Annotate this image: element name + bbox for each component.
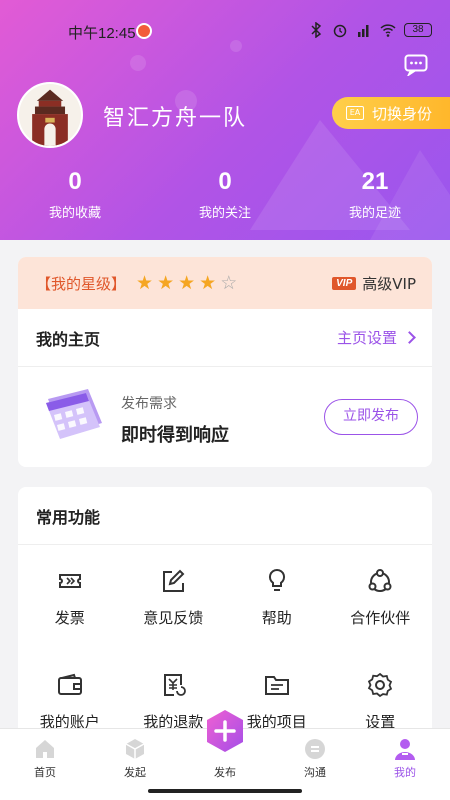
- function-feedback[interactable]: 意见反馈: [122, 545, 226, 649]
- functions-title: 常用功能: [18, 487, 432, 545]
- profile-stats: 0 我的收藏 0 我的关注 21 我的足迹: [0, 168, 450, 221]
- edit-icon: [163, 569, 185, 592]
- stat-value: 0: [218, 168, 232, 195]
- function-label: 发票: [54, 609, 85, 627]
- alarm-app-icon: [136, 23, 152, 39]
- function-partners[interactable]: 合作伙伴: [329, 545, 433, 649]
- status-time: 中午12:45: [68, 25, 136, 42]
- lightbulb-icon: [268, 568, 285, 591]
- tab-label: 沟通: [304, 766, 326, 779]
- function-invoice[interactable]: 发票: [18, 545, 122, 649]
- star-filled-icon: ★: [136, 271, 154, 294]
- message-icon[interactable]: [404, 54, 428, 76]
- id-card-icon: EA: [346, 106, 364, 120]
- stat-value: 21: [361, 168, 389, 195]
- function-label: 合作伙伴: [350, 609, 411, 627]
- chevron-right-icon: [403, 331, 416, 344]
- stat-label: 我的关注: [198, 206, 251, 221]
- calendar-illustration-icon: [46, 389, 102, 439]
- publish-demand-row: 发布需求 即时得到响应 立即发布: [18, 367, 432, 467]
- homepage-row: 我的主页 主页设置: [18, 309, 432, 367]
- stat-following[interactable]: 0 我的关注: [150, 168, 300, 221]
- switch-identity-button[interactable]: EA 切换身份: [332, 97, 450, 129]
- username: 智汇方舟一队: [103, 105, 248, 130]
- avatar[interactable]: [17, 82, 83, 148]
- tab-mine[interactable]: 我的: [375, 729, 435, 781]
- cube-icon: [125, 739, 145, 759]
- stat-footprints[interactable]: 21 我的足迹: [300, 168, 450, 221]
- stat-favorites[interactable]: 0 我的收藏: [0, 168, 150, 221]
- publish-fab-button[interactable]: [205, 709, 245, 753]
- homepage-settings-label: 主页设置: [336, 329, 397, 347]
- tab-initiate[interactable]: 发起: [105, 729, 165, 781]
- stat-value: 0: [68, 168, 82, 195]
- common-functions-card: 常用功能 发票 意见反馈 帮助 合作伙伴 我的账户 我的退款 我的项目 设置: [18, 487, 432, 747]
- tab-chat[interactable]: 沟通: [285, 729, 345, 781]
- homepage-title: 我的主页: [36, 329, 101, 349]
- tab-home[interactable]: 首页: [15, 729, 75, 781]
- function-label: 意见反馈: [143, 609, 204, 627]
- tab-label: 我的: [394, 766, 416, 779]
- vip-level-label: 高级VIP: [362, 274, 416, 293]
- star-filled-icon: ★: [199, 271, 217, 294]
- star-empty-icon: ☆: [220, 271, 238, 294]
- function-help[interactable]: 帮助: [225, 545, 329, 649]
- chat-icon: [305, 739, 325, 759]
- vip-homepage-card: 【我的星级】 ★ ★ ★ ★ ☆ VIP 高级VIP 我的主页 主页设置 发布需…: [18, 257, 432, 467]
- function-label: 帮助: [261, 609, 292, 627]
- wifi-icon: [380, 24, 396, 37]
- bluetooth-icon: [311, 22, 322, 38]
- stat-label: 我的足迹: [348, 206, 401, 221]
- status-bar: 中午12:45 38: [0, 20, 450, 44]
- castle-gate-avatar-icon: [19, 84, 81, 146]
- header-bubble: [130, 55, 146, 71]
- switch-identity-label: 切换身份: [372, 104, 433, 123]
- partner-icon: [368, 569, 392, 592]
- publish-title: 即时得到响应: [121, 425, 229, 446]
- user-icon: [395, 739, 415, 760]
- gear-icon: [368, 672, 393, 698]
- vip-badge: VIP: [332, 276, 357, 290]
- alarm-clock-icon: [333, 24, 347, 38]
- tab-label: 发起: [124, 766, 146, 779]
- status-icons: 38: [308, 22, 432, 38]
- star-level-bar[interactable]: 【我的星级】 ★ ★ ★ ★ ☆ VIP 高级VIP: [18, 257, 432, 309]
- profile-header: 中午12:45 38 智汇方舟一队 EA 切换身份 0 我的收藏 0 我的关注 …: [0, 0, 450, 240]
- tab-label: 首页: [34, 766, 56, 779]
- refund-icon: [164, 674, 187, 696]
- wallet-icon: [57, 673, 82, 695]
- vip-level: VIP 高级VIP: [332, 273, 416, 294]
- folder-icon: [264, 676, 289, 695]
- stat-label: 我的收藏: [48, 206, 101, 221]
- publish-now-button[interactable]: 立即发布: [324, 399, 418, 435]
- signal-icon: [358, 25, 369, 37]
- star-level-label: 【我的星级】: [36, 274, 127, 293]
- star-rating: ★ ★ ★ ★ ☆: [136, 271, 238, 294]
- homepage-settings-link[interactable]: 主页设置: [336, 327, 416, 348]
- star-filled-icon: ★: [178, 271, 196, 294]
- publish-subtitle: 发布需求: [121, 396, 177, 412]
- star-filled-icon: ★: [157, 271, 175, 294]
- ticket-icon: [58, 574, 81, 588]
- home-icon: [36, 740, 54, 758]
- home-indicator[interactable]: [148, 789, 302, 793]
- tab-publish-label: 发布: [214, 766, 236, 779]
- battery-indicator: 38: [404, 23, 432, 37]
